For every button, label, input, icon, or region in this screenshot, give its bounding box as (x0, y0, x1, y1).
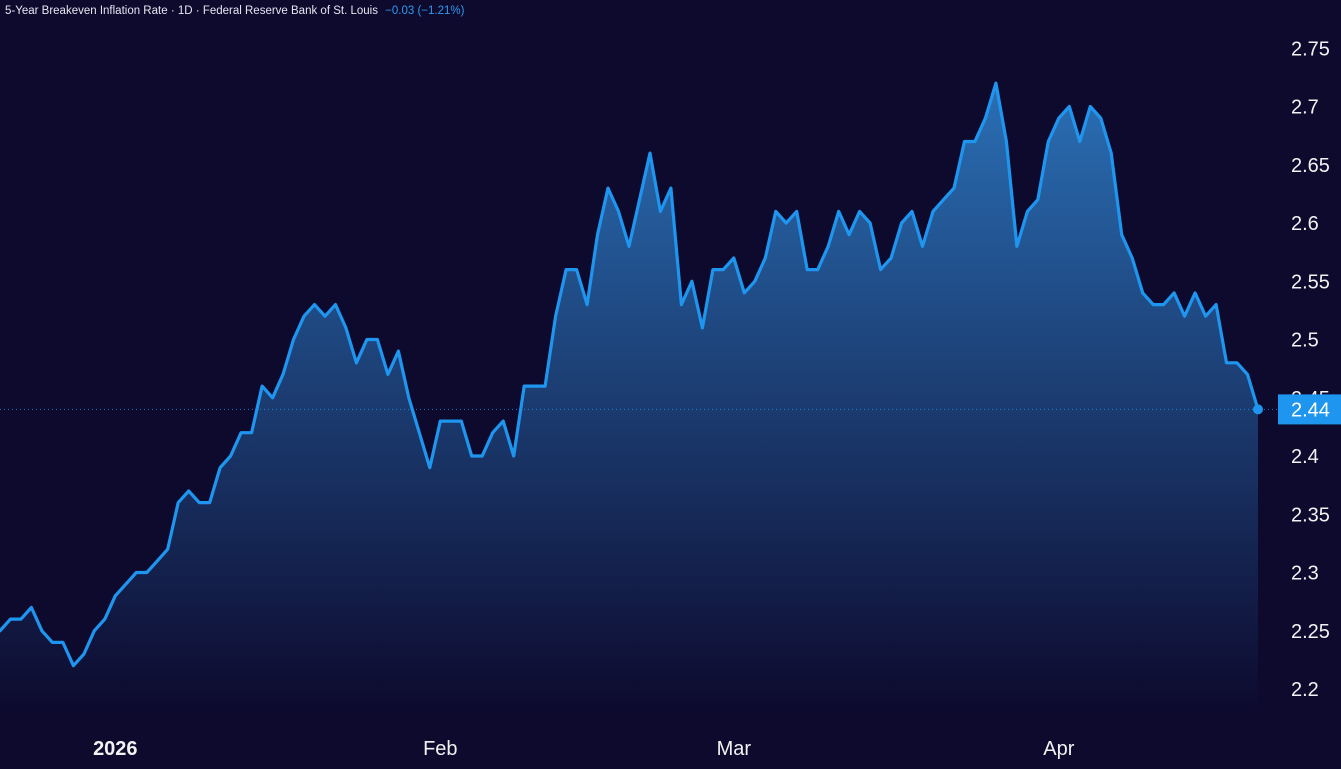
x-tick-label: Apr (1043, 738, 1074, 760)
x-tick-label: 2026 (93, 738, 138, 760)
last-value-marker (1253, 404, 1263, 415)
y-tick-label: 2.5 (1291, 330, 1319, 352)
x-tick-label: Feb (423, 738, 457, 760)
y-tick-label: 2.3 (1291, 563, 1319, 585)
last-value-label: 2.44 (1291, 399, 1330, 421)
y-tick-label: 2.55 (1291, 271, 1330, 293)
y-tick-label: 2.25 (1291, 621, 1330, 643)
y-tick-label: 2.65 (1291, 155, 1330, 177)
x-tick-label: Mar (717, 738, 752, 760)
y-tick-label: 2.4 (1291, 446, 1319, 468)
y-tick-label: 2.75 (1291, 38, 1330, 60)
y-tick-label: 2.35 (1291, 504, 1330, 526)
series-area (0, 83, 1258, 710)
y-tick-label: 2.2 (1291, 679, 1319, 701)
y-tick-label: 2.6 (1291, 213, 1319, 235)
y-tick-label: 2.7 (1291, 97, 1319, 119)
area-chart[interactable]: 2.22.252.32.352.42.452.52.552.62.652.72.… (0, 0, 1341, 769)
